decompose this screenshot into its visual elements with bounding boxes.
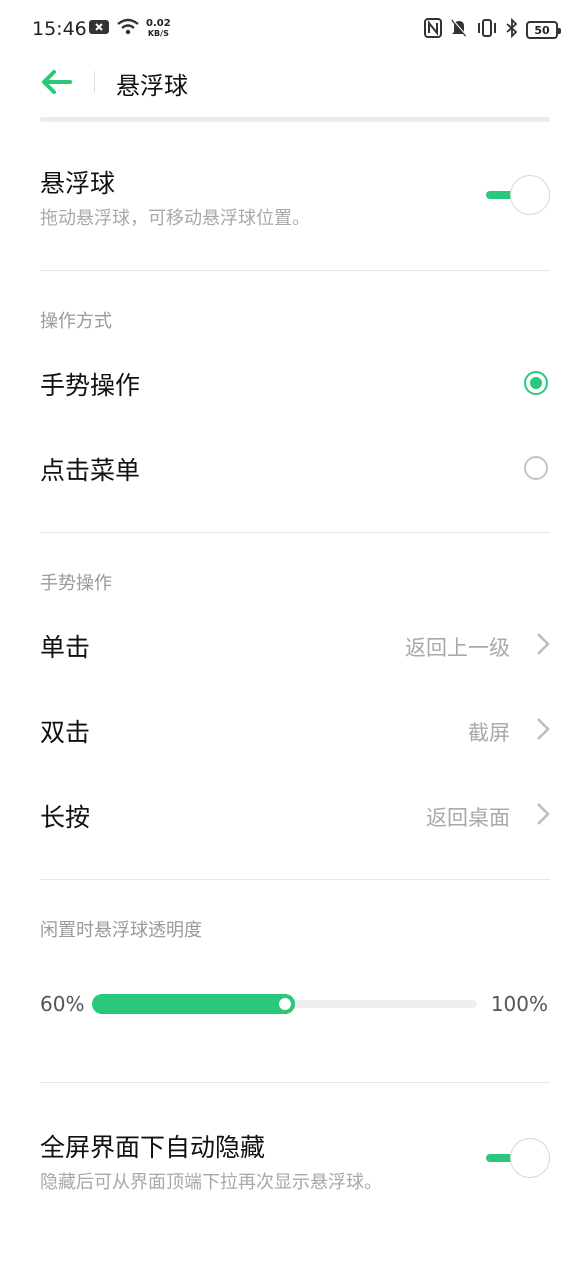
nfc-icon — [424, 18, 442, 42]
vibrate-icon — [476, 18, 498, 42]
gesture-label: 单击 — [40, 633, 91, 662]
divider — [40, 270, 550, 271]
opacity-label: 闲置时悬浮球透明度 — [40, 920, 202, 941]
gesture-long-press[interactable]: 长按 返回桌面 — [0, 774, 588, 854]
gesture-value: 返回上一级 — [405, 636, 510, 660]
auto-hide-switch[interactable] — [486, 1138, 550, 1178]
notification-x-icon — [88, 18, 110, 40]
switch-knob — [510, 1138, 550, 1178]
option-label: 点击菜单 — [40, 456, 141, 485]
chevron-right-icon — [537, 803, 550, 825]
gesture-single-tap[interactable]: 单击 返回上一级 — [0, 604, 588, 684]
radio-checked[interactable] — [524, 371, 548, 395]
opacity-slider-row: 60% 100% — [0, 980, 588, 1030]
divider — [40, 879, 550, 880]
net-speed-value: 0.02 — [146, 18, 171, 29]
auto-hide-subtitle: 隐藏后可从界面顶端下拉再次显示悬浮球。 — [40, 1172, 382, 1193]
operation-mode-label: 操作方式 — [40, 311, 112, 332]
gesture-double-tap[interactable]: 双击 截屏 — [0, 689, 588, 769]
floating-ball-title: 悬浮球 — [40, 169, 116, 198]
chevron-right-icon — [537, 633, 550, 655]
app-bar: 悬浮球 — [0, 58, 588, 106]
bluetooth-icon — [506, 17, 518, 42]
wifi-icon — [116, 18, 140, 40]
page-title: 悬浮球 — [116, 72, 188, 100]
floating-ball-switch[interactable] — [486, 175, 550, 215]
auto-hide-title: 全屏界面下自动隐藏 — [40, 1133, 266, 1162]
gesture-value: 截屏 — [468, 721, 510, 745]
slider-fill — [92, 994, 295, 1014]
slider-thumb[interactable] — [275, 994, 295, 1014]
slider-min-label: 60% — [40, 992, 85, 1016]
mute-icon — [450, 18, 468, 42]
chevron-right-icon — [537, 718, 550, 740]
operation-option-gesture[interactable]: 手势操作 — [0, 342, 588, 422]
gestures-label: 手势操作 — [40, 573, 112, 594]
app-bar-separator — [94, 71, 95, 93]
gesture-value: 返回桌面 — [426, 806, 510, 830]
net-speed: 0.02 KB/S — [146, 19, 171, 39]
option-label: 手势操作 — [40, 371, 141, 400]
top-divider — [40, 117, 550, 122]
gesture-label: 双击 — [40, 718, 91, 747]
slider-max-label: 100% — [490, 992, 548, 1016]
battery-icon: 50 — [526, 21, 561, 39]
status-right-icons: 50 — [424, 17, 561, 42]
divider — [40, 532, 550, 533]
divider — [40, 1082, 550, 1083]
radio-unchecked[interactable] — [524, 456, 548, 480]
status-left-icons: 0.02 KB/S — [88, 18, 171, 40]
status-time: 15:46 — [32, 18, 87, 40]
back-arrow-icon — [42, 70, 72, 94]
floating-ball-subtitle: 拖动悬浮球，可移动悬浮球位置。 — [40, 208, 310, 229]
opacity-slider[interactable] — [92, 994, 477, 1014]
status-bar: 15:46 0.02 KB/S 50 — [0, 0, 588, 58]
battery-level: 50 — [534, 23, 550, 37]
gesture-label: 长按 — [40, 803, 91, 832]
back-button[interactable] — [40, 68, 74, 96]
switch-knob — [510, 175, 550, 215]
operation-option-menu[interactable]: 点击菜单 — [0, 427, 588, 507]
net-speed-unit: KB/S — [147, 29, 169, 38]
